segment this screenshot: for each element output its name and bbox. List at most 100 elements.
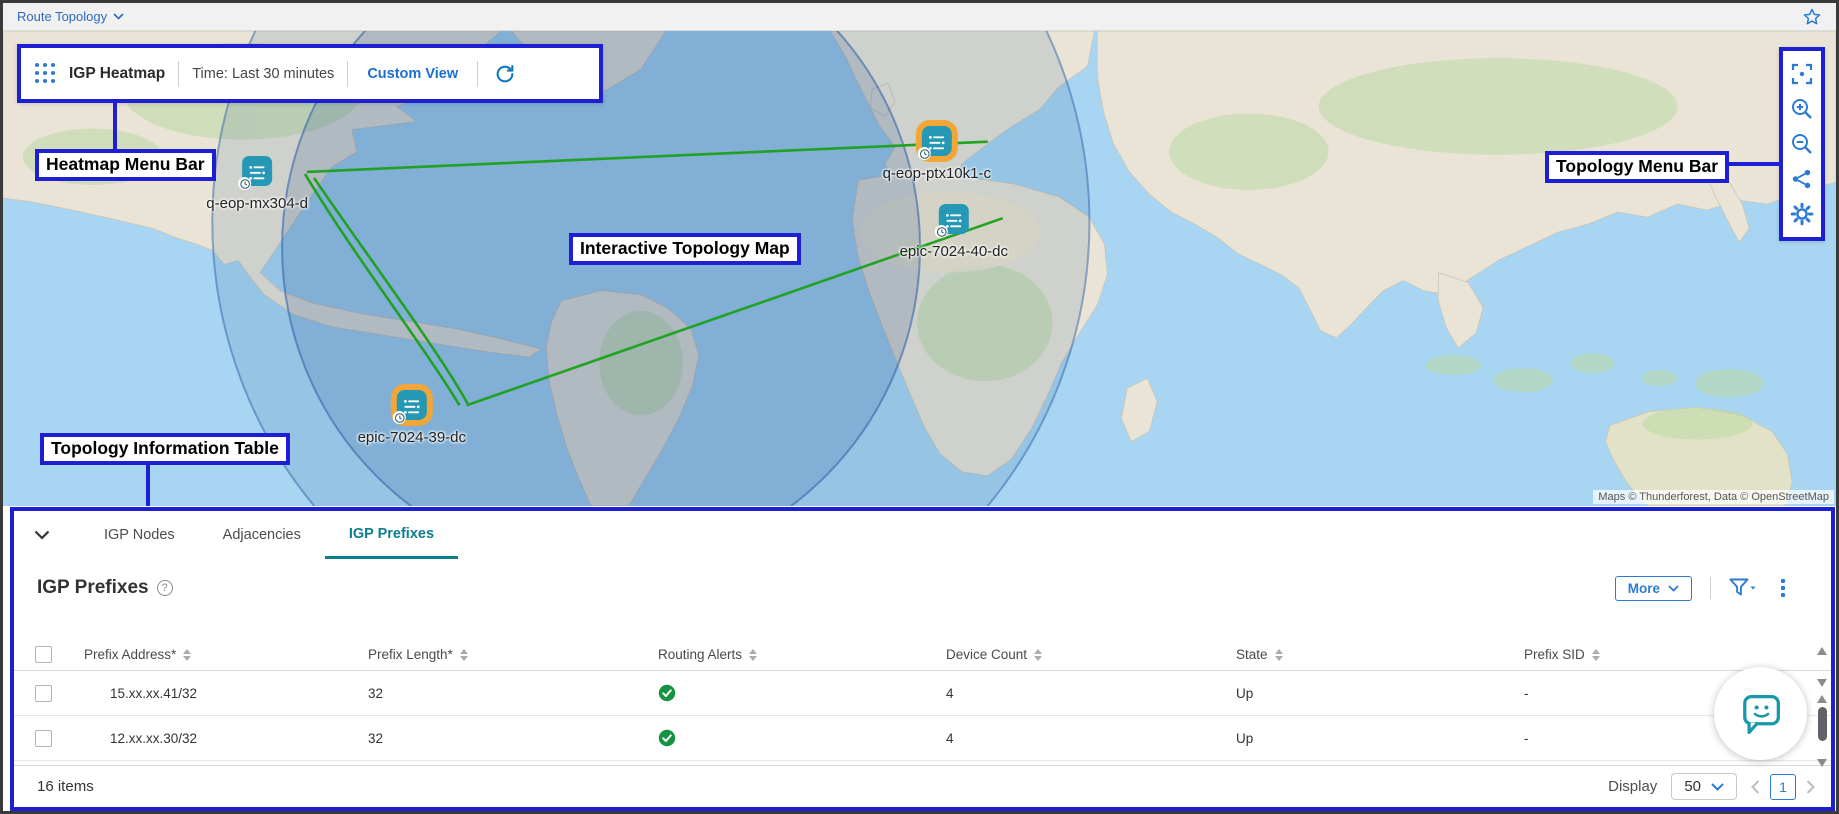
divider xyxy=(347,60,349,87)
more-button[interactable]: More xyxy=(1614,575,1692,601)
router-node-icon-highlighted[interactable] xyxy=(917,126,952,160)
table-row[interactable]: 12.xx.xx.30/32 32 4 Up - xyxy=(14,716,1831,761)
prefix-address-cell: 15.xx.xx.41/32 xyxy=(110,685,198,701)
router-node-icon[interactable] xyxy=(934,204,969,238)
column-header[interactable]: State xyxy=(1236,647,1268,662)
clock-badge-icon xyxy=(917,147,931,160)
chevron-down-icon xyxy=(1668,584,1679,592)
clock-badge-icon xyxy=(934,225,948,238)
sort-icon[interactable] xyxy=(1034,648,1043,661)
chat-bubble-icon xyxy=(1742,694,1780,734)
column-header[interactable]: Prefix Length* xyxy=(368,647,453,662)
scroll-down-icon[interactable] xyxy=(1817,679,1827,687)
topology-information-table: IGP Nodes Adjacencies IGP Prefixes IGP P… xyxy=(10,507,1835,811)
filter-icon[interactable] xyxy=(1729,578,1757,598)
map-attribution: Maps © Thunderforest, Data © OpenStreetM… xyxy=(1593,490,1834,504)
scrollbar-thumb[interactable] xyxy=(1817,707,1827,741)
row-checkbox[interactable] xyxy=(35,729,52,747)
refresh-icon[interactable] xyxy=(491,60,519,88)
prefix-sid-cell: - xyxy=(1524,730,1529,746)
column-header[interactable]: Device Count xyxy=(946,647,1027,662)
prefix-address-cell: 12.xx.xx.30/32 xyxy=(110,730,198,746)
section-title: IGP Prefixes xyxy=(37,577,149,598)
annotation-heatmap-menu-bar: Heatmap Menu Bar xyxy=(35,149,216,181)
table-footer: 16 items Display 50 1 xyxy=(14,765,1831,807)
help-icon[interactable]: ? xyxy=(156,580,173,596)
zoom-out-icon[interactable] xyxy=(1788,130,1816,158)
sort-icon[interactable] xyxy=(183,648,192,661)
interactive-topology-map[interactable]: q-eop-mx304-d q-eop-ptx10k1-c epic-7024-… xyxy=(3,31,1836,506)
clock-badge-icon xyxy=(392,411,406,424)
routing-alert-ok-icon xyxy=(658,684,676,702)
custom-view-link[interactable]: Custom View xyxy=(367,66,458,82)
favorite-star-icon[interactable] xyxy=(1802,7,1822,27)
sort-icon[interactable] xyxy=(749,648,758,661)
routing-alert-ok-icon xyxy=(658,729,676,747)
chevron-down-icon xyxy=(113,13,124,20)
kebab-menu-icon[interactable] xyxy=(1775,577,1791,599)
annotation-interactive-topology-map: Interactive Topology Map xyxy=(569,233,801,265)
router-node-icon[interactable] xyxy=(238,156,273,190)
sort-icon[interactable] xyxy=(1274,648,1283,661)
annotation-topology-information-table: Topology Information Table xyxy=(40,433,290,465)
column-header[interactable]: Prefix SID xyxy=(1524,647,1585,662)
device-count-cell: 4 xyxy=(946,730,954,746)
heatmap-title: IGP Heatmap xyxy=(69,64,166,82)
state-cell: Up xyxy=(1236,730,1254,746)
prefix-length-cell: 32 xyxy=(368,730,384,746)
scroll-up-icon[interactable] xyxy=(1817,647,1827,655)
sort-icon[interactable] xyxy=(1591,648,1600,661)
grid-handle-icon[interactable] xyxy=(35,63,56,84)
next-page-icon[interactable] xyxy=(1806,779,1815,794)
heatmap-menu-bar: IGP Heatmap Time: Last 30 minutes Custom… xyxy=(17,44,603,103)
tab-adjacencies[interactable]: Adjacencies xyxy=(199,511,325,559)
display-label: Display xyxy=(1608,778,1658,795)
annotation-connector xyxy=(146,464,150,506)
fit-screen-icon[interactable] xyxy=(1788,60,1816,88)
table-row[interactable]: 15.xx.xx.41/32 32 4 Up - xyxy=(14,671,1831,716)
table-tab-bar: IGP Nodes Adjacencies IGP Prefixes xyxy=(14,511,1831,559)
annotation-connector xyxy=(113,103,117,151)
router-node-icon-highlighted[interactable] xyxy=(392,390,427,424)
column-header[interactable]: Prefix Address* xyxy=(84,647,176,662)
prefix-length-cell: 32 xyxy=(368,685,384,701)
select-all-checkbox[interactable] xyxy=(35,646,52,663)
device-count-cell: 4 xyxy=(946,685,954,701)
chat-launcher-button[interactable] xyxy=(1714,667,1807,760)
node-label: epic-7024-40-dc xyxy=(899,243,1008,260)
zoom-in-icon[interactable] xyxy=(1788,95,1816,123)
node-label: q-eop-mx304-d xyxy=(206,195,308,212)
column-header[interactable]: Routing Alerts xyxy=(658,647,742,662)
time-range-label[interactable]: Time: Last 30 minutes xyxy=(192,66,334,82)
state-cell: Up xyxy=(1236,685,1254,701)
topology-menu-bar xyxy=(1779,47,1825,241)
tab-igp-prefixes[interactable]: IGP Prefixes xyxy=(324,511,459,559)
top-bar: Route Topology xyxy=(3,3,1836,31)
table-section-header: IGP Prefixes ? More xyxy=(14,559,1831,617)
scroll-up-icon[interactable] xyxy=(1817,695,1827,703)
clock-badge-icon xyxy=(238,177,252,190)
previous-page-icon[interactable] xyxy=(1751,779,1760,794)
node-label: q-eop-ptx10k1-c xyxy=(882,165,991,182)
share-icon[interactable] xyxy=(1788,165,1816,193)
current-page[interactable]: 1 xyxy=(1770,773,1796,800)
page-size-select[interactable]: 50 xyxy=(1671,773,1737,800)
scroll-down-icon[interactable] xyxy=(1817,759,1827,767)
breadcrumb-label: Route Topology xyxy=(17,9,108,24)
sort-icon[interactable] xyxy=(459,648,468,661)
gear-icon[interactable] xyxy=(1788,200,1816,228)
divider xyxy=(1710,577,1711,599)
row-checkbox[interactable] xyxy=(35,684,52,702)
annotation-topology-menu-bar: Topology Menu Bar xyxy=(1545,151,1730,183)
node-label: epic-7024-39-dc xyxy=(357,429,466,446)
app-window: Route Topology q-eop-mx304-d q-eop-ptx10… xyxy=(0,0,1839,814)
chevron-down-icon xyxy=(1711,782,1724,791)
table-header-row: Prefix Address* Prefix Length* Routing A… xyxy=(14,639,1831,671)
divider xyxy=(178,60,180,87)
collapse-panel-icon[interactable] xyxy=(34,530,50,540)
breadcrumb-route-topology[interactable]: Route Topology xyxy=(17,9,124,24)
divider xyxy=(477,60,479,87)
tab-igp-nodes[interactable]: IGP Nodes xyxy=(80,511,199,559)
items-count: 16 items xyxy=(37,778,94,795)
scrollbar[interactable] xyxy=(1816,647,1828,807)
